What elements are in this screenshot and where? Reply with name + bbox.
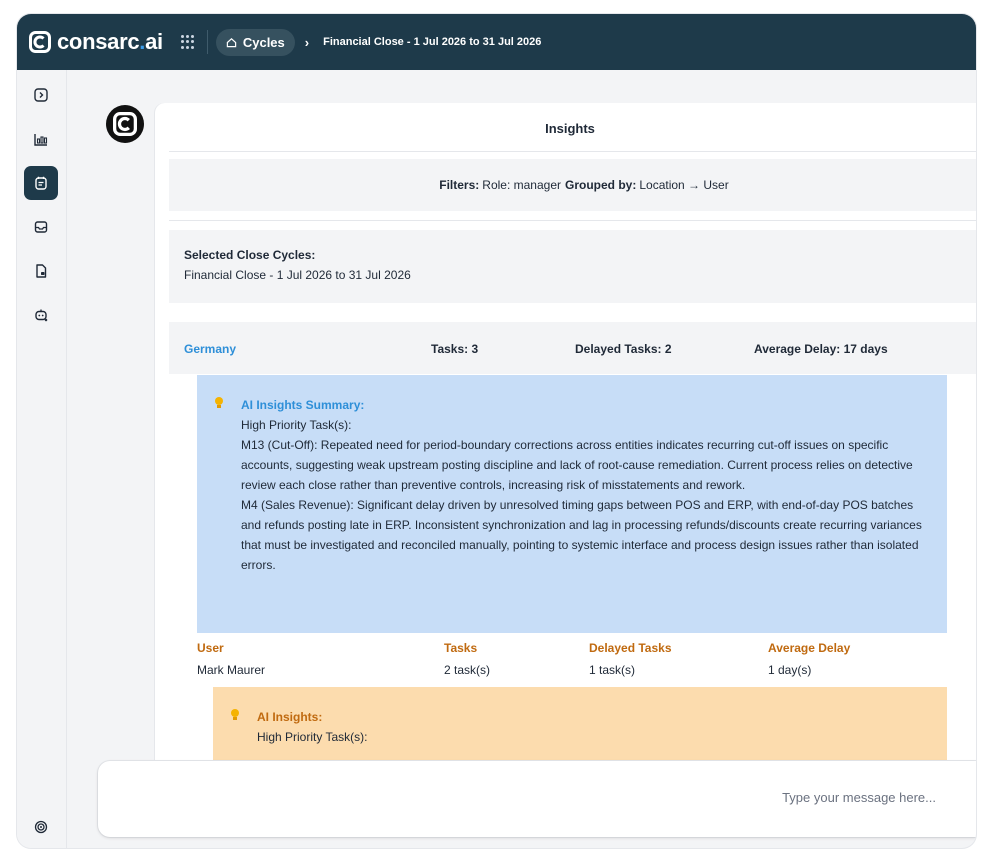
toggle-sidebar-icon	[34, 88, 48, 102]
sidebar-item-cycles[interactable]	[24, 166, 58, 200]
sidebar-item-assistant[interactable]	[24, 298, 58, 332]
settings-target-icon	[34, 820, 48, 834]
ai-insights-summary: AI Insights Summary: High Priority Task(…	[197, 375, 947, 633]
top-bar: consarc. ai Cycles › Financial Close - 1 …	[17, 14, 976, 70]
table-row[interactable]: Mark Maurer 2 task(s) 1 task(s) 1 day(s)	[197, 659, 957, 681]
cell-average-delay: 1 day(s)	[768, 663, 812, 677]
selected-cycles-value: Financial Close - 1 Jul 2026 to 31 Jul 2…	[184, 268, 411, 282]
group-avg-delay: Average Delay: 17 days	[754, 342, 888, 356]
group-header-germany[interactable]: Germany Tasks: 3 Delayed Tasks: 2 Averag…	[169, 322, 976, 374]
ai-summary-para-m13: M13 (Cut-Off): Repeated need for period-…	[241, 438, 913, 492]
grouped-by-label: Grouped by:	[565, 178, 637, 192]
cycles-label: Cycles	[242, 34, 285, 50]
logo-suffix: ai	[145, 29, 163, 54]
ai-insights-priority: High Priority Task(s):	[257, 730, 368, 744]
inbox-icon	[34, 221, 48, 233]
sidebar-settings-button[interactable]	[24, 810, 58, 844]
group-tasks: Tasks: 3	[431, 342, 479, 356]
group-delayed: Delayed Tasks: 2	[575, 342, 672, 356]
filters-label: Filters:	[439, 178, 480, 192]
col-average-delay: Average Delay	[768, 641, 851, 655]
app-window: consarc. ai Cycles › Financial Close - 1 …	[17, 14, 976, 848]
ai-summary-heading: AI Insights Summary:	[241, 398, 365, 412]
lightbulb-icon	[215, 397, 223, 408]
home-icon	[226, 37, 237, 47]
bot-icon	[35, 309, 48, 322]
sidebar-item-inbox[interactable]	[24, 210, 58, 244]
chevron-right-icon: ›	[304, 34, 310, 50]
consarc-logo-icon	[29, 31, 51, 53]
logo-text: consarc	[57, 29, 140, 54]
logo[interactable]: consarc. ai	[29, 29, 163, 55]
document-icon	[36, 264, 47, 278]
col-delayed-tasks: Delayed Tasks	[589, 641, 672, 655]
sidebar-toggle-button[interactable]	[24, 78, 58, 112]
grouped-by-value: Location → User	[639, 178, 729, 192]
selected-cycles-box: Selected Close Cycles: Financial Close -…	[169, 230, 976, 303]
chat-box	[98, 761, 976, 837]
assistant-avatar	[106, 105, 144, 143]
ai-summary-priority: High Priority Task(s):	[241, 418, 352, 432]
lightbulb-icon	[231, 709, 239, 720]
sidebar	[17, 70, 67, 848]
cell-tasks: 2 task(s)	[444, 663, 491, 677]
divider	[206, 30, 208, 54]
cycles-nav-button[interactable]: Cycles	[215, 28, 295, 56]
breadcrumb-current: Financial Close - 1 Jul 2026 to 31 Jul 2…	[323, 36, 542, 48]
selected-cycles-label: Selected Close Cycles:	[184, 248, 316, 262]
col-tasks: Tasks	[444, 641, 478, 655]
divider	[169, 220, 976, 221]
calendar-tasks-icon	[35, 176, 47, 190]
cell-delayed-tasks: 1 task(s)	[589, 663, 636, 677]
ai-summary-para-m4: M4 (Sales Revenue): Significant delay dr…	[241, 498, 922, 572]
user-table: User Tasks Delayed Tasks Average Delay M…	[197, 637, 957, 681]
sidebar-item-reports[interactable]	[24, 122, 58, 156]
ai-insights-user: AI Insights: High Priority Task(s):	[213, 687, 947, 763]
divider	[169, 151, 976, 152]
sidebar-item-documents[interactable]	[24, 254, 58, 288]
col-user: User	[197, 641, 224, 655]
panel-title: Insights	[545, 121, 595, 136]
apps-grid-icon[interactable]	[180, 35, 195, 49]
group-name: Germany	[184, 342, 237, 356]
table-header-row: User Tasks Delayed Tasks Average Delay	[197, 637, 957, 659]
consarc-logo-icon	[113, 112, 137, 136]
ai-insights-heading: AI Insights:	[257, 710, 323, 724]
cell-user: Mark Maurer	[197, 663, 266, 677]
filters-role: Role: manager	[482, 178, 561, 192]
chat-message-input[interactable]	[636, 785, 936, 809]
filters-bar: Filters: Role: manager Grouped by: Locat…	[169, 159, 976, 211]
chart-icon	[34, 134, 48, 146]
insights-panel: Insights Filters: Role: manager Grouped …	[155, 103, 976, 763]
